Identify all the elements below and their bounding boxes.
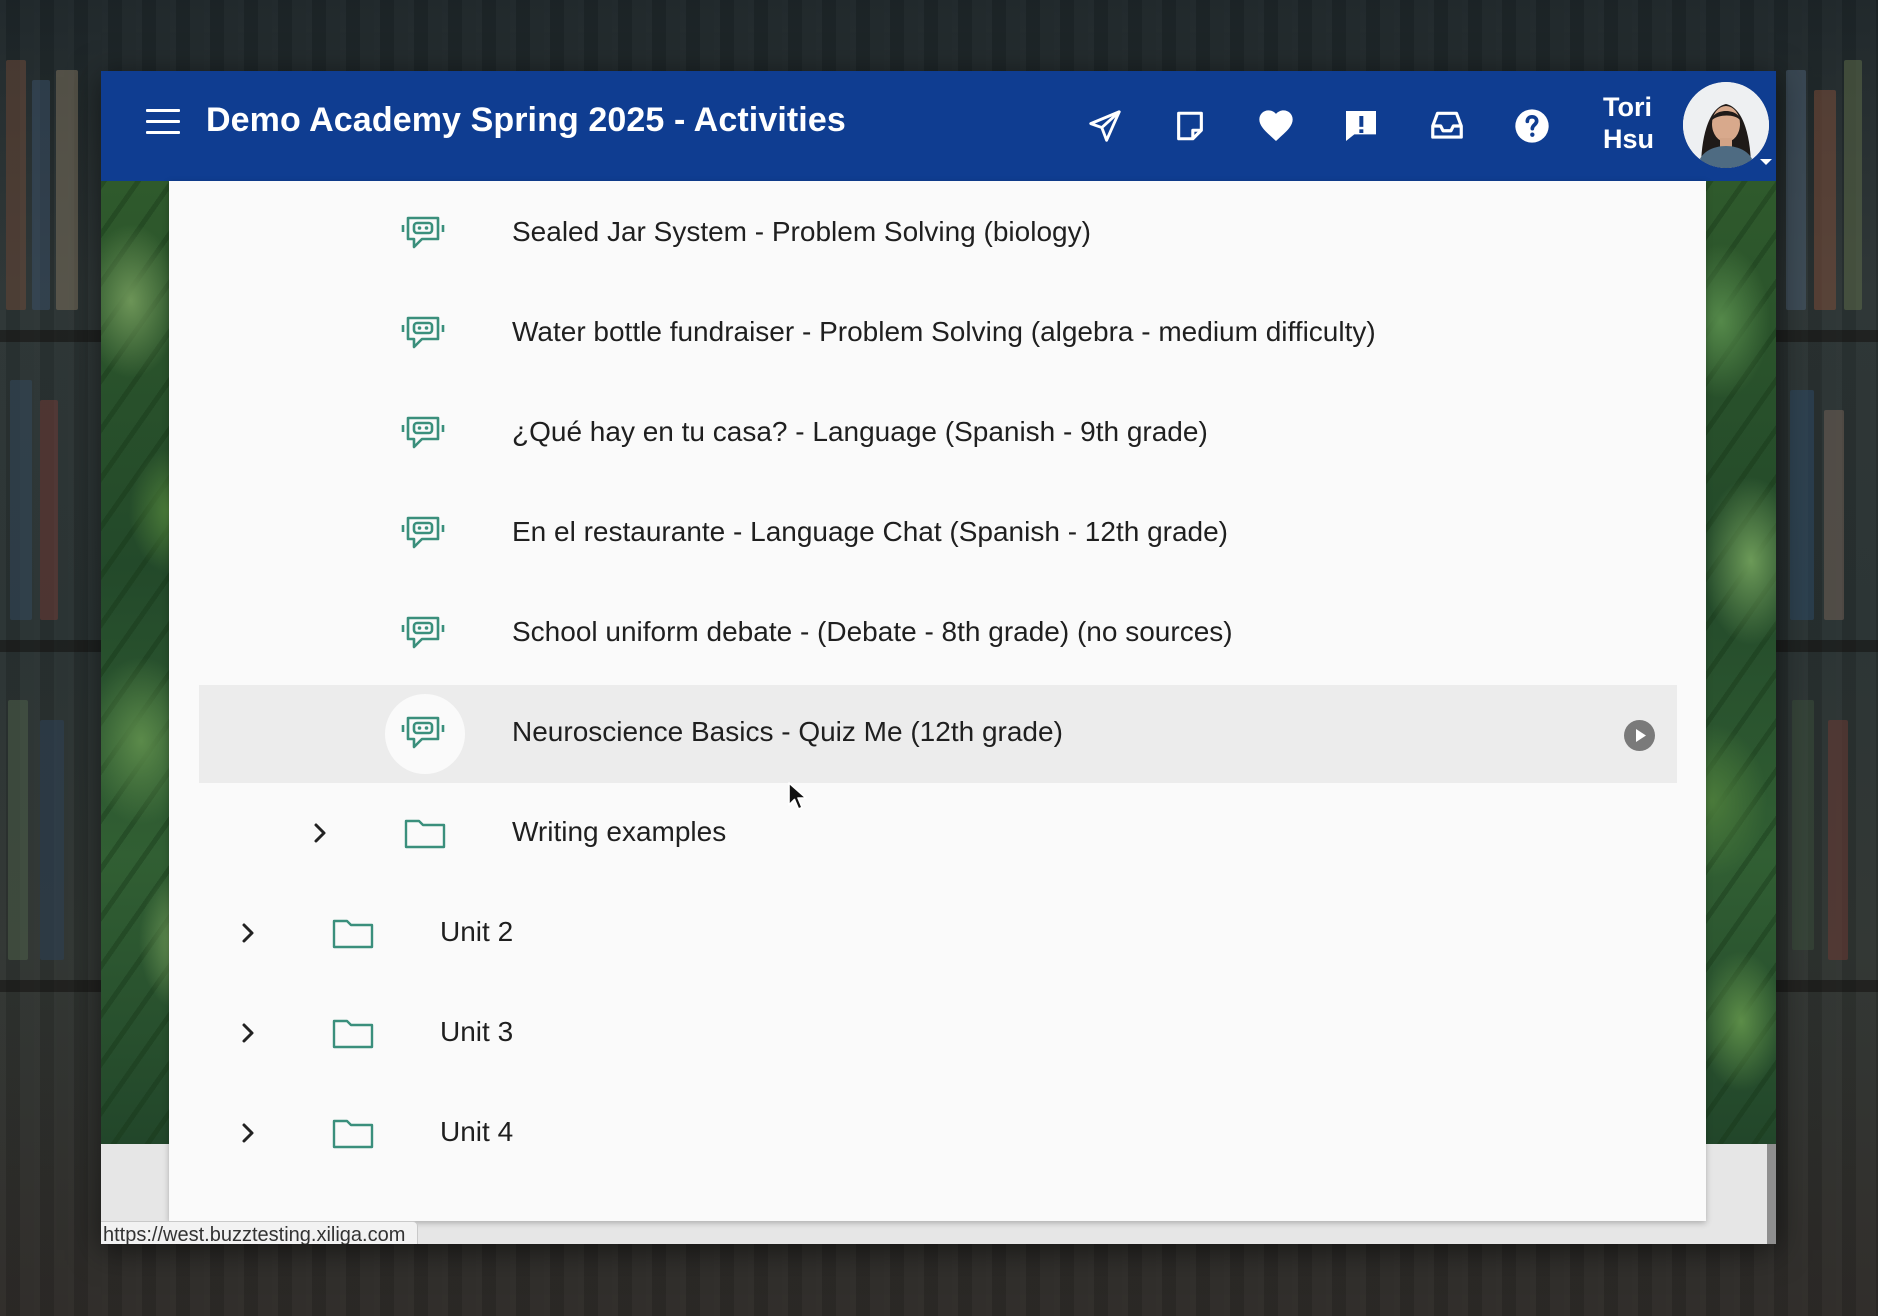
bookshelf-right [1778, 0, 1878, 1316]
chat-bot-icon [401, 716, 445, 749]
chevron-right-icon[interactable] [233, 1018, 263, 1048]
note-icon[interactable] [1168, 104, 1212, 148]
user-first-name: Tori [1603, 92, 1652, 122]
chevron-right-icon[interactable] [233, 918, 263, 948]
list-item[interactable]: Sealed Jar System - Problem Solving (bio… [199, 185, 1677, 283]
chat-bot-icon [401, 416, 445, 449]
folder-icon [332, 919, 374, 949]
folder-icon [332, 1019, 374, 1049]
bookshelf-left [0, 0, 100, 1316]
chevron-right-icon[interactable] [233, 1118, 263, 1148]
chevron-right-icon[interactable] [305, 818, 335, 848]
chat-bot-icon [401, 316, 445, 349]
activity-title: Neuroscience Basics - Quiz Me (12th grad… [512, 716, 1063, 747]
folder-row[interactable]: Unit 2 [199, 885, 1677, 983]
chat-bot-icon [401, 216, 445, 249]
folder-row[interactable]: Writing examples [199, 785, 1677, 883]
activities-list: Sealed Jar System - Problem Solving (bio… [169, 181, 1706, 1221]
folder-title: Unit 3 [440, 1016, 514, 1047]
heart-icon[interactable] [1254, 104, 1298, 148]
folder-row[interactable]: Unit 4 [199, 1085, 1677, 1183]
status-bar-url: https://west.buzztesting.xiliga.com [101, 1221, 419, 1244]
list-item[interactable]: En el restaurante - Language Chat (Spani… [199, 485, 1677, 583]
folder-icon [404, 819, 446, 849]
help-icon[interactable] [1510, 104, 1554, 148]
list-item[interactable]: Water bottle fundraiser - Problem Solvin… [199, 285, 1677, 383]
chat-bot-icon [401, 616, 445, 649]
folder-title: Unit 2 [440, 916, 514, 947]
chat-bot-icon [401, 516, 445, 549]
list-item[interactable]: School uniform debate - (Debate - 8th gr… [199, 585, 1677, 683]
browser-window: Demo Academy Spring 2025 - Activities To… [101, 71, 1776, 1244]
mouse-cursor-icon [788, 782, 807, 810]
activity-title: Water bottle fundraiser - Problem Solvin… [512, 316, 1376, 347]
list-item[interactable]: ¿Qué hay en tu casa? - Language (Spanish… [199, 385, 1677, 483]
avatar[interactable] [1683, 82, 1769, 168]
list-item-hovered[interactable]: Neuroscience Basics - Quiz Me (12th grad… [199, 685, 1677, 783]
page-title: Demo Academy Spring 2025 - Activities [206, 101, 846, 139]
play-icon[interactable] [1624, 720, 1655, 751]
scrollbar[interactable] [1767, 1144, 1776, 1244]
activity-title: Sealed Jar System - Problem Solving (bio… [512, 216, 1091, 247]
folder-row[interactable]: Unit 3 [199, 985, 1677, 1083]
folder-title: Unit 4 [440, 1116, 514, 1147]
activity-title: School uniform debate - (Debate - 8th gr… [512, 616, 1233, 647]
inbox-icon[interactable] [1425, 104, 1469, 148]
folder-icon [332, 1119, 374, 1149]
app-header: Demo Academy Spring 2025 - Activities To… [101, 71, 1776, 181]
alert-icon[interactable] [1339, 104, 1383, 148]
hamburger-menu-icon[interactable] [146, 109, 180, 137]
user-last-name: Hsu [1603, 124, 1655, 154]
send-icon[interactable] [1083, 104, 1127, 148]
folder-title: Writing examples [512, 816, 727, 847]
user-name[interactable]: Tori Hsu [1603, 91, 1654, 155]
activity-title: ¿Qué hay en tu casa? - Language (Spanish… [512, 416, 1208, 447]
chevron-down-icon[interactable] [1760, 159, 1772, 165]
activity-title: En el restaurante - Language Chat (Spani… [512, 516, 1229, 547]
